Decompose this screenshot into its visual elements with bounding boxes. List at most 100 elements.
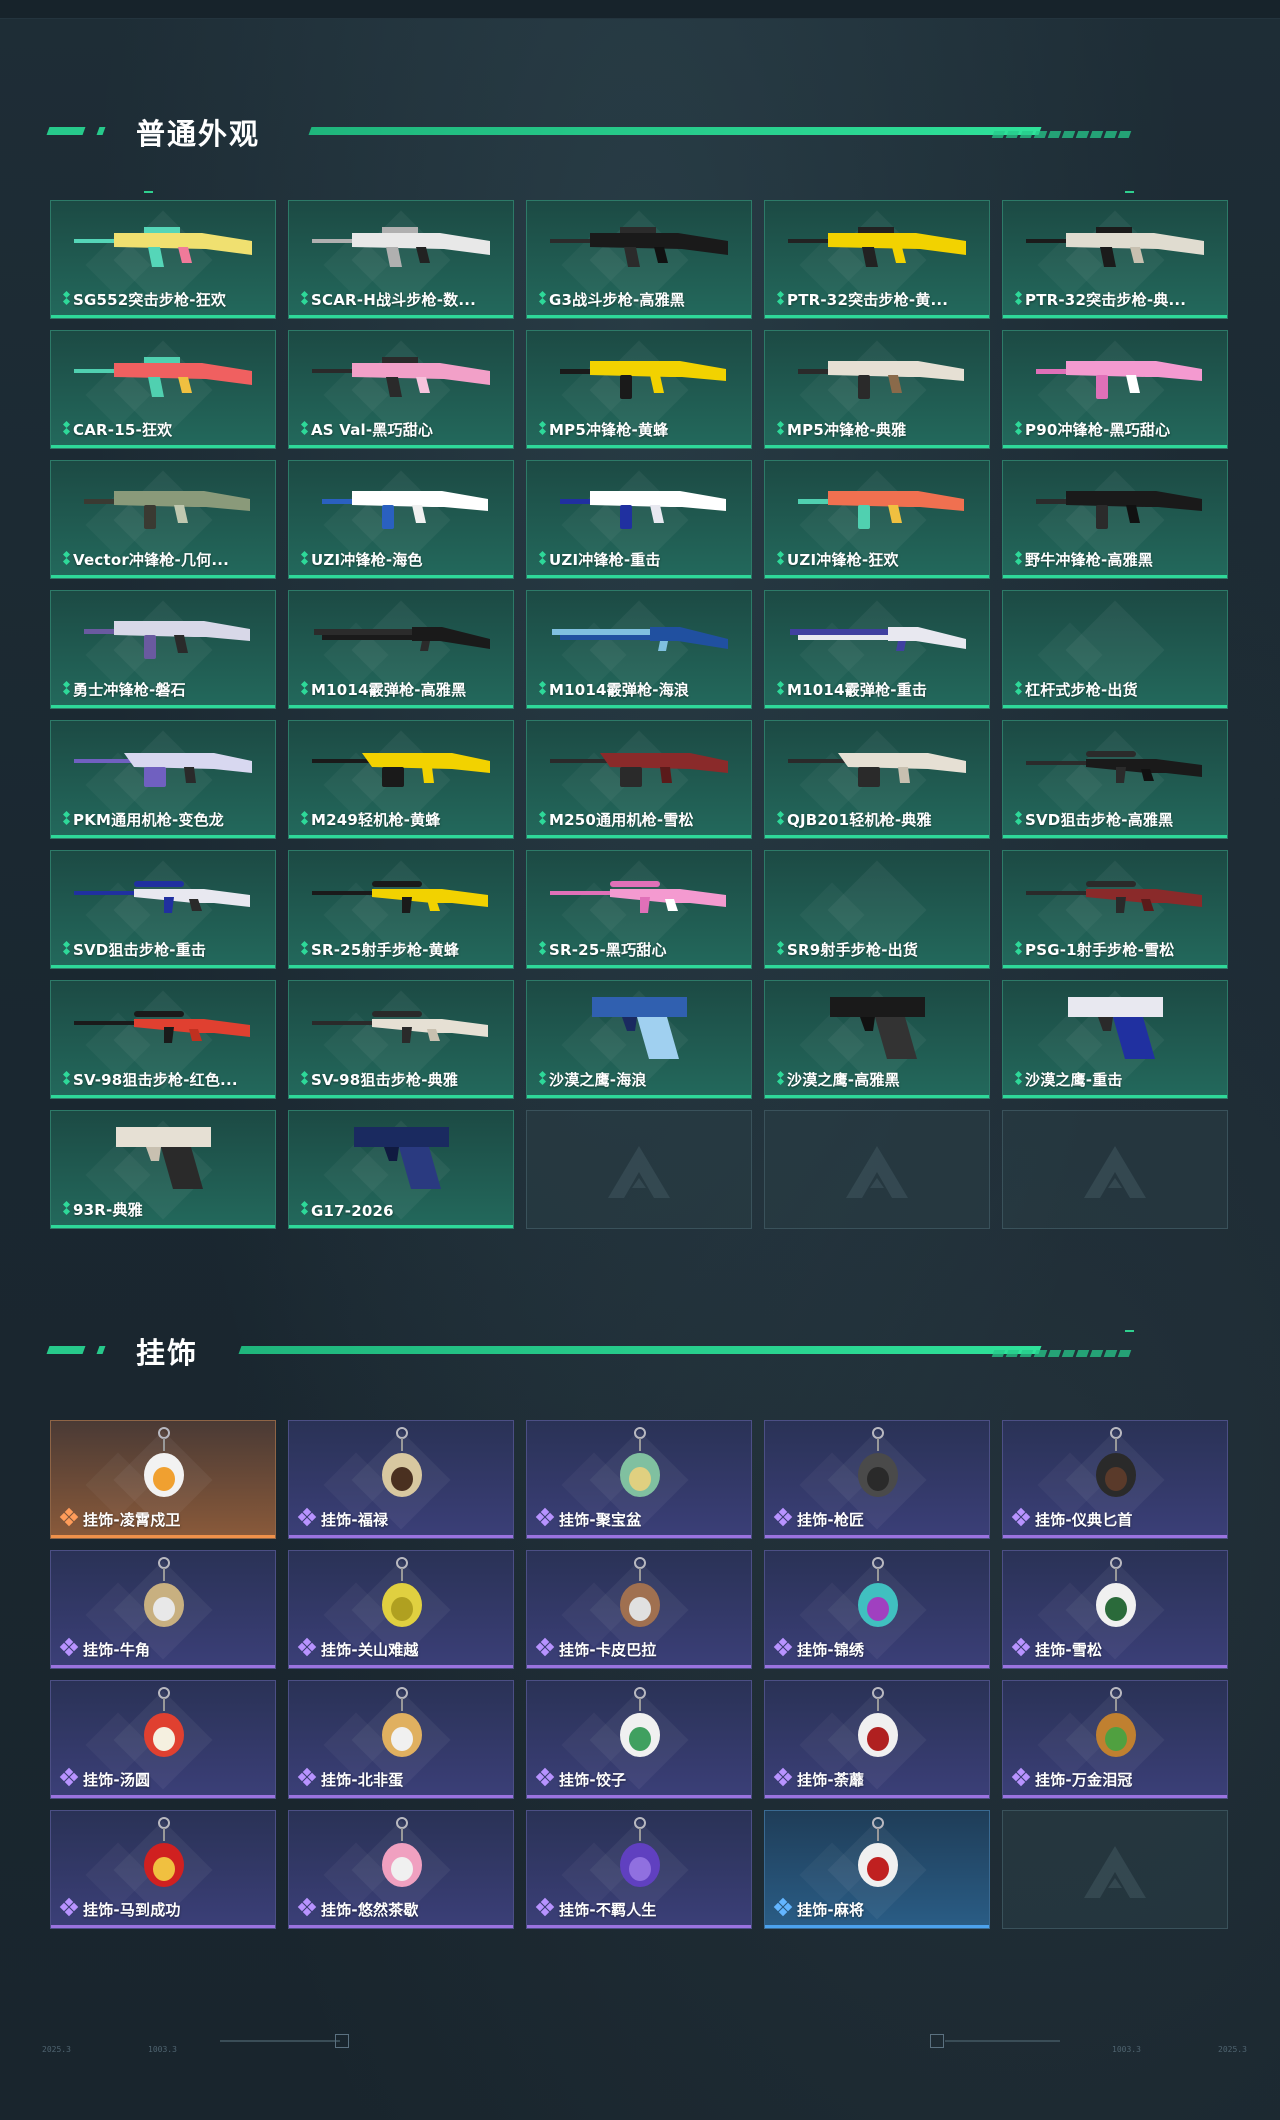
skin-card[interactable]: PKM通用机枪-变色龙 xyxy=(50,720,276,839)
rarity-icon xyxy=(538,290,548,306)
charm-card[interactable]: 挂饰-聚宝盆 xyxy=(526,1420,752,1539)
skin-card[interactable]: M1014霰弹枪-海浪 xyxy=(526,590,752,709)
charm-card[interactable]: 挂饰-锦绣 xyxy=(764,1550,990,1669)
rarity-icon xyxy=(1014,1070,1024,1086)
charm-card[interactable]: 挂饰-北非蛋 xyxy=(288,1680,514,1799)
item-label: M250通用机枪-雪松 xyxy=(549,811,694,829)
charm-card[interactable]: 挂饰-凌霄戍卫 xyxy=(50,1420,276,1539)
skin-card[interactable]: G3战斗步枪-高雅黑 xyxy=(526,200,752,319)
skin-card[interactable]: AS Val-黑巧甜心 xyxy=(288,330,514,449)
charm-card[interactable]: 挂饰-牛角 xyxy=(50,1550,276,1669)
skin-card[interactable]: 沙漠之鹰-海浪 xyxy=(526,980,752,1099)
item-label: UZI冲锋枪-海色 xyxy=(311,551,423,569)
charm-card[interactable]: 挂饰-万金泪冠 xyxy=(1002,1680,1228,1799)
skin-card[interactable]: MP5冲锋枪-典雅 xyxy=(764,330,990,449)
item-label: 沙漠之鹰-海浪 xyxy=(549,1071,647,1089)
smg-icon xyxy=(73,613,255,663)
placeholder-logo-icon xyxy=(1080,1842,1150,1902)
skin-card[interactable]: PTR-32突击步枪-典... xyxy=(1002,200,1228,319)
skin-card[interactable]: M249轻机枪-黄蜂 xyxy=(288,720,514,839)
skin-card[interactable]: PTR-32突击步枪-黄... xyxy=(764,200,990,319)
skin-card[interactable]: UZI冲锋枪-狂欢 xyxy=(764,460,990,579)
skin-card[interactable]: SR-25-黑巧甜心 xyxy=(526,850,752,969)
skin-card[interactable]: MP5冲锋枪-黄蜂 xyxy=(526,330,752,449)
placeholder-logo-icon xyxy=(604,1142,674,1202)
skin-card[interactable]: SV-98狙击步枪-红色... xyxy=(50,980,276,1099)
empty-slot xyxy=(764,1110,990,1229)
charm-card[interactable]: 挂饰-关山难越 xyxy=(288,1550,514,1669)
charm-card[interactable]: 挂饰-雪松 xyxy=(1002,1550,1228,1669)
skin-card[interactable]: M250通用机枪-雪松 xyxy=(526,720,752,839)
footer-code: 2025.3 xyxy=(42,2045,71,2054)
skin-card[interactable]: QJB201轻机枪-典雅 xyxy=(764,720,990,839)
skin-card[interactable]: CAR-15-狂欢 xyxy=(50,330,276,449)
charm-card[interactable]: 挂饰-卡皮巴拉 xyxy=(526,1550,752,1669)
item-label: G3战斗步枪-高雅黑 xyxy=(549,291,685,309)
skin-card[interactable]: 93R-典雅 xyxy=(50,1110,276,1229)
skin-card[interactable]: M1014霰弹枪-重击 xyxy=(764,590,990,709)
skin-card[interactable]: 沙漠之鹰-高雅黑 xyxy=(764,980,990,1099)
sniper-icon xyxy=(73,1003,255,1053)
rifle-icon xyxy=(311,223,493,273)
charm-card[interactable]: 挂饰-悠然茶歇 xyxy=(288,1810,514,1929)
item-label: 挂饰-聚宝盆 xyxy=(559,1511,642,1529)
rarity-icon xyxy=(62,810,72,826)
item-label: PTR-32突击步枪-黄... xyxy=(787,291,949,309)
skin-card[interactable]: SG552突击步枪-狂欢 xyxy=(50,200,276,319)
item-label: M1014霰弹枪-海浪 xyxy=(549,681,690,699)
skin-card[interactable]: SR9射手步枪-出货 xyxy=(764,850,990,969)
charm-card[interactable]: 挂饰-汤圆 xyxy=(50,1680,276,1799)
skin-card[interactable]: Vector冲锋枪-几何... xyxy=(50,460,276,579)
skin-card[interactable]: SVD狙击步枪-重击 xyxy=(50,850,276,969)
charm-card[interactable]: 挂饰-枪匠 xyxy=(764,1420,990,1539)
item-label: SV-98狙击步枪-红色... xyxy=(73,1071,238,1089)
skin-card[interactable]: G17-2026 xyxy=(288,1110,514,1229)
sniper-icon xyxy=(1025,873,1207,923)
skin-card[interactable]: SR-25射手步枪-黄蜂 xyxy=(288,850,514,969)
pistol-icon xyxy=(349,1119,459,1194)
rarity-icon xyxy=(62,680,72,696)
skin-card[interactable]: SCAR-H战斗步枪-数... xyxy=(288,200,514,319)
charm-card[interactable]: 挂饰-不羁人生 xyxy=(526,1810,752,1929)
rarity-icon xyxy=(59,1507,79,1527)
sniper-icon xyxy=(311,1003,493,1053)
rarity-icon xyxy=(1014,550,1024,566)
tree-charm-icon xyxy=(1086,1555,1146,1639)
charm-card[interactable]: 挂饰-麻将 xyxy=(764,1810,990,1929)
skin-card[interactable]: SVD狙击步枪-高雅黑 xyxy=(1002,720,1228,839)
charm-card[interactable]: 挂饰-福禄 xyxy=(288,1420,514,1539)
charm-card[interactable]: 挂饰-仪典匕首 xyxy=(1002,1420,1228,1539)
item-label: SVD狙击步枪-高雅黑 xyxy=(1025,811,1174,829)
charm-card[interactable]: 挂饰-饺子 xyxy=(526,1680,752,1799)
item-label: 挂饰-万金泪冠 xyxy=(1035,1771,1133,1789)
rarity-icon xyxy=(59,1637,79,1657)
deco-tick xyxy=(1125,1330,1134,1332)
footer-code: 1003.3 xyxy=(148,2045,177,2054)
skin-card[interactable]: M1014霰弹枪-高雅黑 xyxy=(288,590,514,709)
footer-square xyxy=(335,2034,349,2048)
shakshuka-charm-icon xyxy=(372,1685,432,1769)
skin-card[interactable]: PSG-1射手步枪-雪松 xyxy=(1002,850,1228,969)
item-label: 挂饰-不羁人生 xyxy=(559,1901,657,1919)
lmg-icon xyxy=(549,743,731,793)
skin-card[interactable]: P90冲锋枪-黑巧甜心 xyxy=(1002,330,1228,449)
dagger-charm-icon xyxy=(1086,1425,1146,1509)
skin-card[interactable]: 沙漠之鹰-重击 xyxy=(1002,980,1228,1099)
smg-icon xyxy=(549,483,731,533)
header-accent xyxy=(96,127,106,135)
charm-card[interactable]: 挂饰-马到成功 xyxy=(50,1810,276,1929)
item-label: 挂饰-仪典匕首 xyxy=(1035,1511,1133,1529)
item-label: 挂饰-关山难越 xyxy=(321,1641,419,1659)
charm-card[interactable]: 挂饰-荼蘼 xyxy=(764,1680,990,1799)
empty-slot xyxy=(526,1110,752,1229)
rarity-icon xyxy=(776,940,786,956)
rarity-icon xyxy=(1014,420,1024,436)
rarity-icon xyxy=(297,1897,317,1917)
skin-card[interactable]: UZI冲锋枪-重击 xyxy=(526,460,752,579)
skin-card[interactable]: SV-98狙击步枪-典雅 xyxy=(288,980,514,1099)
rifle-icon xyxy=(311,353,493,403)
skin-card[interactable]: 野牛冲锋枪-高雅黑 xyxy=(1002,460,1228,579)
skin-card[interactable]: 勇士冲锋枪-磐石 xyxy=(50,590,276,709)
skin-card[interactable]: 杠杆式步枪-出货 xyxy=(1002,590,1228,709)
skin-card[interactable]: UZI冲锋枪-海色 xyxy=(288,460,514,579)
